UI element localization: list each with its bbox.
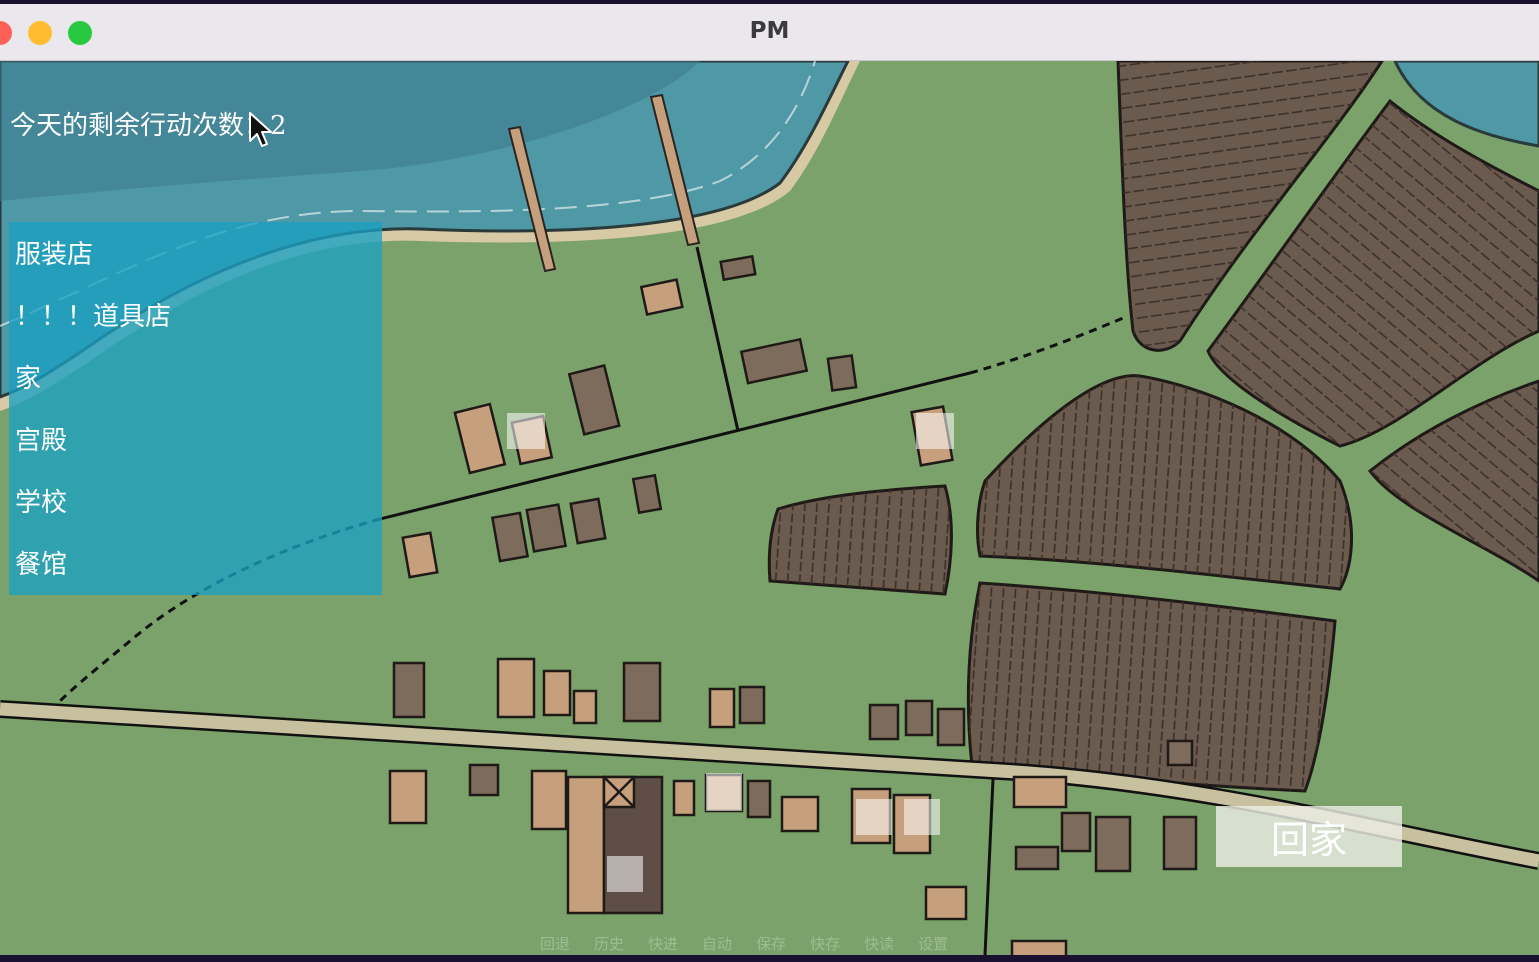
quick-menu-quick-load[interactable]: 快读	[864, 933, 894, 954]
go-home-button[interactable]: 回家	[1216, 806, 1402, 867]
quick-menu-quick-save[interactable]: 快存	[810, 933, 840, 954]
game-window: PM 今天的剩余行动次数：2 服装店 ！！！道具店 家 宫殿 学校 餐馆 回家 …	[0, 4, 1539, 955]
quick-menu-back[interactable]: 回退	[540, 933, 570, 954]
window-title: PM	[749, 18, 790, 44]
mouse-pointer-icon	[249, 112, 272, 147]
quick-menu-settings[interactable]: 设置	[918, 933, 948, 954]
quick-menu-auto[interactable]: 自动	[702, 933, 732, 954]
quick-menu-skip[interactable]: 快进	[648, 933, 678, 954]
location-menu: 服装店 ！！！道具店 家 宫殿 学校 餐馆	[9, 222, 382, 595]
menu-item-clothing-store[interactable]: 服装店	[15, 234, 93, 271]
quick-menu-save[interactable]: 保存	[756, 933, 786, 954]
menu-item-palace[interactable]: 宫殿	[15, 420, 67, 457]
menu-item-item-shop[interactable]: ！！！道具店	[15, 296, 171, 333]
menu-item-school[interactable]: 学校	[15, 482, 67, 519]
title-bar: PM	[0, 4, 1539, 61]
menu-item-home[interactable]: 家	[15, 358, 41, 395]
game-scene: 今天的剩余行动次数：2 服装店 ！！！道具店 家 宫殿 学校 餐馆 回家 回退 …	[0, 61, 1539, 955]
quick-menu-history[interactable]: 历史	[594, 933, 624, 954]
quick-menu: 回退 历史 快进 自动 保存 快存 快读 设置	[540, 933, 948, 954]
remaining-actions-display: 今天的剩余行动次数：2	[10, 105, 287, 142]
remaining-actions-label: 今天的剩余行动次数：	[10, 111, 271, 141]
menu-item-restaurant[interactable]: 餐馆	[15, 544, 67, 581]
